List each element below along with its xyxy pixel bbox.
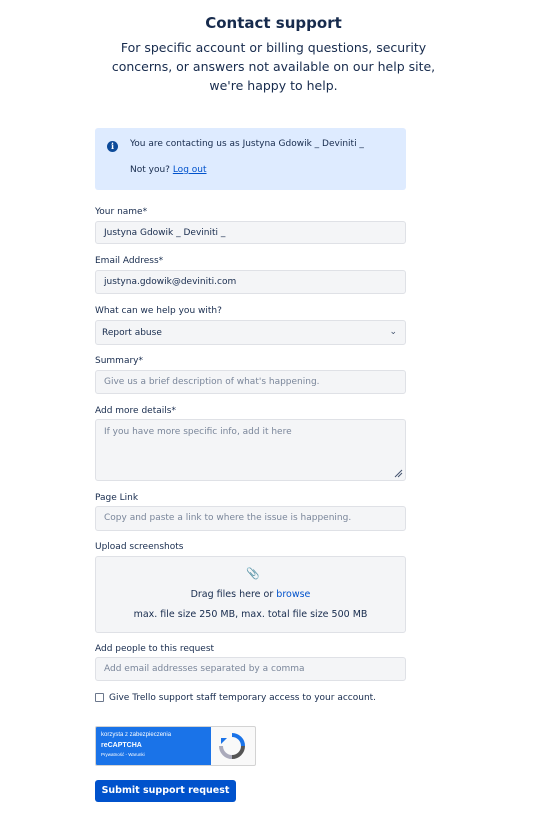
- upload-dropzone[interactable]: 📎 Drag files here or browse max. file si…: [95, 556, 406, 633]
- details-textarea[interactable]: If you have more specific info, add it h…: [95, 419, 406, 481]
- banner-message: You are contacting us as Justyna Gdowik …: [130, 139, 364, 149]
- info-icon: i: [107, 141, 118, 152]
- details-label: Add more details*: [95, 406, 176, 416]
- upload-label: Upload screenshots: [95, 542, 184, 552]
- drag-text: Drag files here or: [190, 589, 274, 600]
- page-link-label: Page Link: [95, 493, 139, 503]
- info-banner: i You are contacting us as Justyna Gdowi…: [95, 128, 406, 190]
- recaptcha-logo-icon: [219, 733, 245, 759]
- paperclip-icon: 📎: [246, 567, 260, 580]
- help-with-select[interactable]: Report abuse ⌄: [95, 320, 406, 345]
- access-checkbox-label: Give Trello support staff temporary acce…: [109, 693, 377, 703]
- upload-limits: max. file size 250 MB, max. total file s…: [133, 609, 368, 620]
- logout-link[interactable]: Log out: [173, 165, 207, 175]
- access-checkbox[interactable]: [95, 693, 104, 702]
- resize-handle-icon[interactable]: [394, 469, 403, 478]
- people-label: Add people to this request: [95, 644, 215, 654]
- people-input[interactable]: Add email addresses separated by a comma: [95, 657, 406, 681]
- summary-label: Summary*: [95, 356, 143, 366]
- help-with-selected: Report abuse: [102, 328, 162, 338]
- recaptcha-line3[interactable]: Prywatność - Warunki: [101, 752, 145, 757]
- upload-drag-line: Drag files here or browse: [96, 589, 405, 600]
- page-link-input[interactable]: Copy and paste a link to where the issue…: [95, 506, 406, 531]
- recaptcha-line1: korzysta z zabezpieczenia: [101, 732, 172, 738]
- not-you-line: Not you? Log out: [130, 165, 207, 175]
- access-checkbox-row[interactable]: Give Trello support staff temporary acce…: [95, 693, 376, 703]
- chevron-down-icon: ⌄: [389, 327, 397, 337]
- name-label: Your name*: [95, 207, 148, 217]
- recaptcha-widget[interactable]: korzysta z zabezpieczenia reCAPTCHA Pryw…: [95, 726, 256, 766]
- recaptcha-panel: korzysta z zabezpieczenia reCAPTCHA Pryw…: [96, 727, 211, 765]
- email-field[interactable]: justyna.gdowik@deviniti.com: [95, 270, 406, 294]
- browse-link[interactable]: browse: [276, 589, 310, 600]
- email-label: Email Address*: [95, 256, 164, 266]
- summary-input[interactable]: Give us a brief description of what's ha…: [95, 370, 406, 394]
- not-you-text: Not you?: [130, 165, 170, 175]
- recaptcha-line2: reCAPTCHA: [101, 742, 142, 749]
- page-subtitle: For specific account or billing question…: [111, 40, 436, 93]
- page-title: Contact support: [205, 14, 342, 32]
- submit-button[interactable]: Submit support request: [95, 780, 236, 802]
- name-field[interactable]: Justyna Gdowik _ Deviniti _: [95, 221, 406, 244]
- help-with-label: What can we help you with?: [95, 306, 222, 316]
- details-placeholder: If you have more specific info, add it h…: [104, 427, 292, 437]
